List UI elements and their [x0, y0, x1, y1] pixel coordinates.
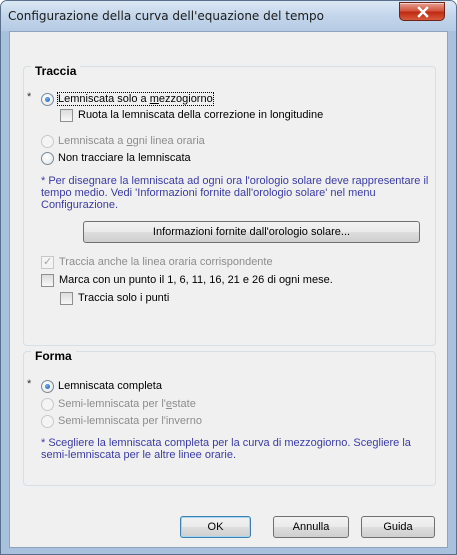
traccia-group-title: Traccia [31, 64, 81, 78]
close-button[interactable] [399, 2, 445, 21]
radio-solo-mezzogiorno[interactable]: Lemniscata solo a mezzogiorno [41, 91, 214, 107]
radio-inverno-label: Semi-lemniscata per l'inverno [58, 415, 202, 427]
checkbox-box[interactable] [60, 291, 73, 305]
radio-estate-label: Semi-lemniscata per l'estate [58, 398, 196, 410]
radio-inverno[interactable]: Semi-lemniscata per l'inverno [41, 413, 202, 429]
radio-button[interactable] [41, 134, 54, 148]
checkbox-solo-punti[interactable]: Traccia solo i punti [60, 290, 169, 306]
checkbox-box[interactable] [41, 273, 54, 287]
radio-completa[interactable]: Lemniscata completa [41, 378, 162, 394]
traccia-group: Traccia * Lemniscata solo a mezzogiorno … [23, 64, 436, 346]
checkbox-solo-punti-label: Traccia solo i punti [78, 292, 170, 304]
forma-group: Forma * Lemniscata completa Semi-lemnisc… [23, 349, 436, 486]
checkbox-box[interactable]: ✓ [41, 255, 54, 269]
check-mark-icon: ✓ [43, 255, 53, 268]
checkbox-traccia-linea[interactable]: ✓ Traccia anche la linea oraria corrispo… [41, 254, 273, 270]
forma-group-title: Forma [31, 349, 76, 363]
ok-button[interactable]: OK [180, 516, 251, 538]
traccia-note-line: Configurazione. [41, 199, 119, 211]
checkbox-traccia-linea-label: Traccia anche la linea oraria corrispond… [59, 256, 273, 268]
cancel-button[interactable]: Annulla [273, 516, 349, 538]
close-icon [417, 6, 429, 18]
forma-note: * Scegliere la lemniscata completa per l… [41, 437, 436, 461]
radio-button[interactable] [41, 397, 54, 411]
dialog-window: Configurazione della curva dell'equazion… [0, 0, 457, 555]
radio-non-tracciare-label: Non tracciare la lemniscata [58, 152, 191, 164]
forma-note-line: semi-lemniscata per le altre linee orari… [41, 449, 237, 461]
radio-completa-label: Lemniscata completa [58, 380, 162, 392]
checkbox-ruota-label: Ruota la lemniscata della correzione in … [78, 109, 324, 121]
dialog-client-area: Traccia * Lemniscata solo a mezzogiorno … [9, 31, 448, 548]
traccia-note-line: tempo medio. Vedi 'Informazioni fornite … [41, 187, 376, 199]
radio-non-tracciare[interactable]: Non tracciare la lemniscata [41, 150, 191, 166]
radio-ogni-linea[interactable]: Lemniscata a ogni linea oraria [41, 133, 205, 149]
radio-solo-mezzogiorno-label: Lemniscata solo a mezzogiorno [57, 92, 214, 106]
help-button[interactable]: Guida [361, 516, 435, 538]
checkbox-box[interactable] [60, 108, 73, 122]
traccia-note-line: * Per disegnare la lemniscata ad ogni or… [41, 175, 429, 187]
forma-note-line: * Scegliere la lemniscata completa per l… [41, 437, 411, 449]
radio-button[interactable] [41, 151, 54, 165]
radio-button-checked[interactable] [41, 92, 54, 106]
radio-ogni-linea-label: Lemniscata a ogni linea oraria [58, 135, 205, 147]
radio-button[interactable] [41, 414, 54, 428]
required-marker: * [27, 378, 32, 390]
checkbox-ruota[interactable]: Ruota la lemniscata della correzione in … [60, 107, 323, 123]
window-title: Configurazione della curva dell'equazion… [8, 9, 325, 23]
info-orologio-button[interactable]: Informazioni fornite dall'orologio solar… [83, 221, 420, 243]
checkbox-marca-label: Marca con un punto il 1, 6, 11, 16, 21 e… [59, 274, 333, 286]
radio-estate[interactable]: Semi-lemniscata per l'estate [41, 396, 196, 412]
radio-button-checked[interactable] [41, 379, 54, 393]
title-bar[interactable]: Configurazione della curva dell'equazion… [1, 1, 456, 31]
checkbox-marca[interactable]: Marca con un punto il 1, 6, 11, 16, 21 e… [41, 272, 333, 288]
required-marker: * [27, 91, 32, 103]
traccia-note: * Per disegnare la lemniscata ad ogni or… [41, 175, 436, 211]
